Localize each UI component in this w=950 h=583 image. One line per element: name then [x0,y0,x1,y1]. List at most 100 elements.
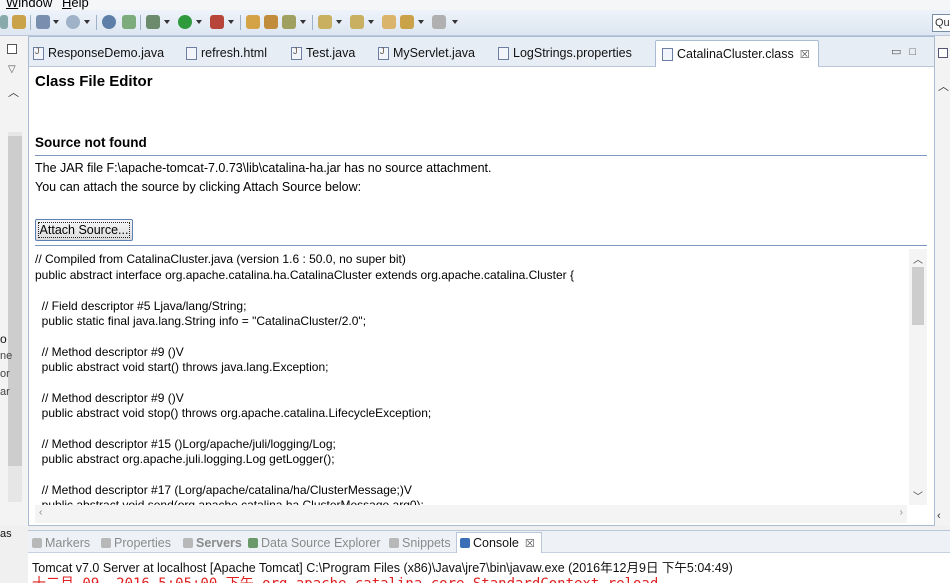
build-icon[interactable] [36,15,50,29]
class-file-editor: ResponseDemo.java refresh.html Test.java… [28,36,935,526]
debug-icon[interactable] [146,15,160,29]
tab-logstrings-properties[interactable]: LogStrings.properties [498,43,632,63]
chevron-down-icon[interactable] [300,20,306,24]
close-icon[interactable]: ☒ [525,537,535,550]
web-browser-icon[interactable] [66,15,80,29]
java-file-icon [33,46,44,60]
code-line: // Method descriptor #9 ()V [35,345,184,359]
code-line: // Method descriptor #15 ()Lorg/apache/j… [35,437,336,451]
tab-test-java[interactable]: Test.java [291,43,355,63]
page-title: Class File Editor [35,73,153,90]
code-vertical-scrollbar[interactable]: ︿ ﹀ [909,249,927,505]
main-toolbar: Qu [0,10,950,36]
minimize-icon[interactable]: ▭ [891,46,909,58]
divider [35,245,927,246]
left-minimized-view: ▽ ︿ [0,36,28,526]
chevron-down-icon[interactable] [336,20,342,24]
scrollbar-thumb[interactable] [912,267,924,325]
servers-icon [183,538,193,548]
chevron-down-icon[interactable] [53,20,59,24]
console-icon [460,538,470,548]
open-type-icon[interactable] [264,15,278,29]
menu-window[interactable]: Window [6,0,52,10]
tab-myservlet-java[interactable]: MyServlet.java [378,43,475,63]
code-line: public abstract interface org.apache.cat… [35,268,574,282]
chevron-down-icon[interactable] [196,20,202,24]
editor-window-controls: ▭□ [891,45,924,58]
chevron-down-icon[interactable] [418,20,424,24]
code-line: public abstract void start() throws java… [35,360,329,374]
chevron-down-icon[interactable] [368,20,374,24]
right-trim-bar: ︿ ‹ [935,36,950,526]
chevron-up-icon[interactable]: ︿ [8,84,19,100]
disassembled-code-view[interactable]: // Compiled from CatalinaCluster.java (v… [35,249,907,505]
tab-properties[interactable]: Properties [101,535,171,551]
editor-tab-bar: ResponseDemo.java refresh.html Test.java… [29,37,934,67]
properties-icon [101,538,111,548]
forward-icon[interactable] [432,15,446,29]
chevron-up-icon[interactable]: ︿ [938,78,949,94]
menu-help[interactable]: Help [62,0,89,10]
new-java-project-icon[interactable] [246,15,260,29]
bottom-tab-bar: Markers Properties Servers Data Source E… [28,531,950,553]
clipped-text: as [0,528,12,540]
run-icon[interactable] [178,15,192,29]
maximize-icon[interactable]: □ [909,46,924,58]
save-icon[interactable] [12,15,26,29]
external-tools-icon[interactable] [210,15,224,29]
servers-run-icon[interactable] [122,15,136,29]
tab-markers[interactable]: Markers [32,535,90,551]
tab-catalina-cluster-class[interactable]: CatalinaCluster.class ☒ [655,40,819,67]
source-not-found-heading: Source not found [35,135,147,150]
scroll-right-icon[interactable]: › [900,507,903,518]
next-annotation-icon[interactable] [318,15,332,29]
tab-refresh-html[interactable]: refresh.html [186,43,267,63]
scroll-up-icon[interactable]: ︿ [913,251,923,266]
code-horizontal-scrollbar[interactable]: ‹ › [35,505,907,523]
tab-response-demo[interactable]: ResponseDemo.java [33,43,164,63]
scroll-left-icon[interactable]: ‹ [39,507,42,518]
outline-view-icon[interactable] [938,48,948,58]
attach-source-button[interactable]: Attach Source... [35,219,133,241]
chevron-down-icon[interactable] [452,20,458,24]
clipped-text: or [0,368,10,380]
globe-icon[interactable] [102,15,116,29]
code-line: // Method descriptor #9 ()V [35,391,184,405]
view-menu-icon[interactable]: ▽ [8,64,16,75]
quick-access-input[interactable]: Qu [932,14,950,32]
jar-message: The JAR file F:\apache-tomcat-7.0.73\lib… [35,161,492,175]
code-line: public abstract void send(org.apache.cat… [35,498,424,505]
close-icon[interactable]: ☒ [800,48,810,61]
attach-hint: You can attach the source by clicking At… [35,180,362,194]
html-file-icon [186,46,197,60]
pen-icon[interactable] [282,15,296,29]
code-line: // Compiled from CatalinaCluster.java (v… [35,252,406,266]
chevron-left-icon[interactable]: ‹ [937,510,941,522]
data-source-icon [248,538,258,548]
tab-data-source-explorer[interactable]: Data Source Explorer [248,535,381,551]
divider [35,155,927,156]
restore-icon[interactable] [7,44,17,54]
tab-snippets[interactable]: Snippets [389,535,451,551]
tab-servers[interactable]: Servers [183,535,242,551]
previous-annotation-icon[interactable] [350,15,364,29]
snippets-icon [389,538,399,548]
markers-icon [32,538,42,548]
last-edit-icon[interactable] [382,15,396,29]
class-file-icon [662,47,673,61]
console-output[interactable]: 十二月 09, 2016 5:05:00 下午 org.apache.catal… [32,573,658,583]
code-line: public abstract void stop() throws org.a… [35,406,432,420]
properties-file-icon [498,46,509,60]
java-file-icon [378,46,389,60]
clipped-text: o [0,332,7,346]
chevron-down-icon[interactable] [84,20,90,24]
left-scrollbar-thumb[interactable] [8,136,22,466]
chevron-down-icon[interactable] [164,20,170,24]
chevron-down-icon[interactable] [228,20,234,24]
code-line: // Method descriptor #17 (Lorg/apache/ca… [35,483,412,497]
new-icon[interactable] [0,15,8,29]
tab-console[interactable]: Console ☒ [456,532,542,553]
clipped-text: ne [0,350,13,362]
back-icon[interactable] [400,15,414,29]
scroll-down-icon[interactable]: ﹀ [913,488,923,503]
